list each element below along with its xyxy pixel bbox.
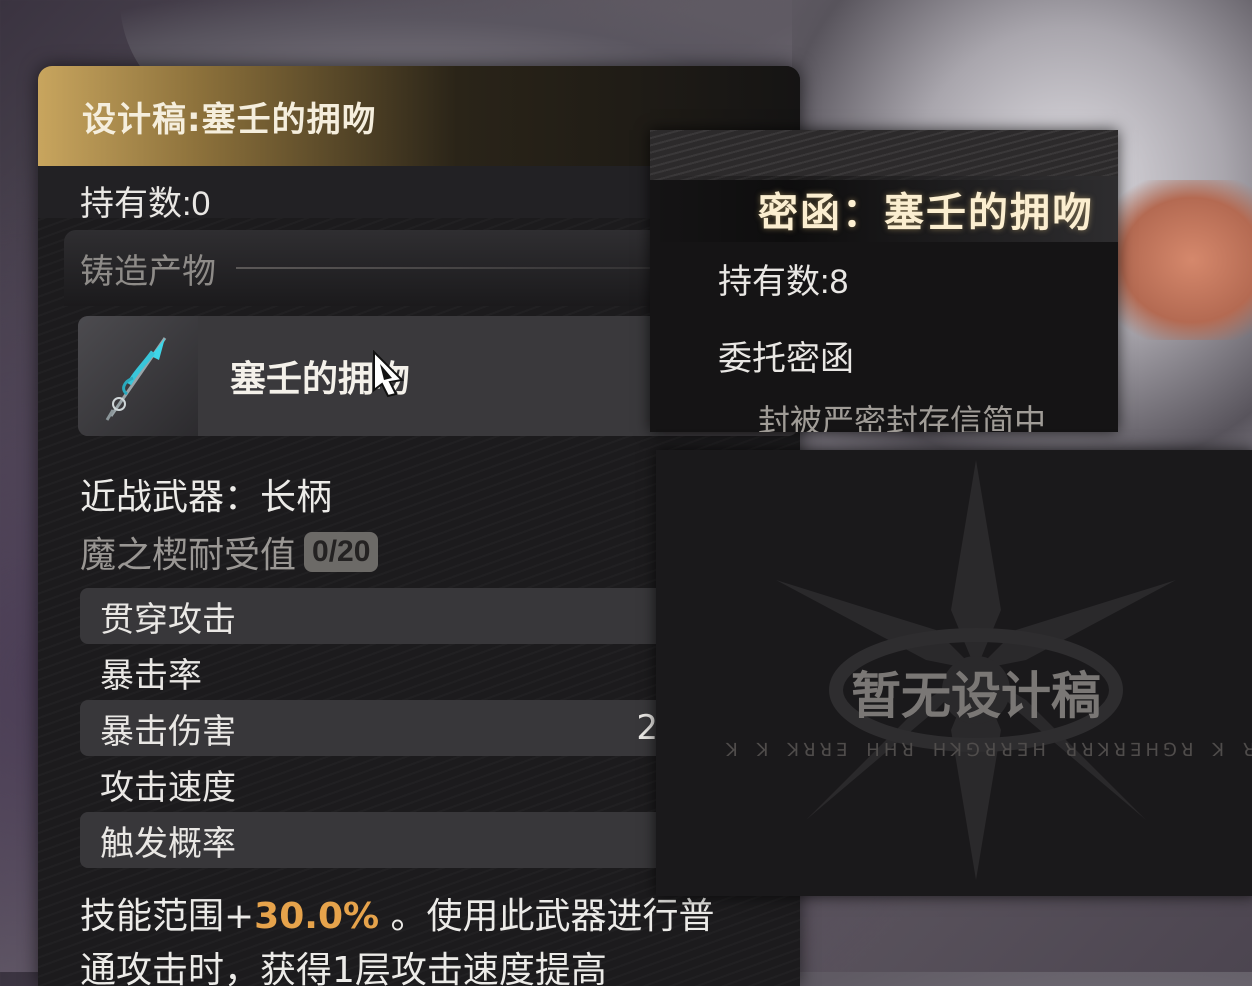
stat-name: 暴击率 [100, 655, 202, 696]
spear-weapon-icon [78, 316, 198, 436]
mouse-cursor-icon [373, 350, 405, 398]
sealed-letter-tooltip: 密函：塞壬的拥吻 持有数:8 委托密函 封被严密封存信简中 [650, 130, 1118, 432]
blueprint-title: 设计稿:塞壬的拥吻 [82, 99, 377, 140]
stat-name: 攻击速度 [100, 767, 236, 808]
letter-title: 密函：塞壬的拥吻 [758, 190, 1094, 236]
demon-wedge-label: 魔之楔耐受值 [80, 535, 297, 576]
stat-name: 暴击伤害 [100, 711, 236, 752]
blueprint-empty-panel: 暂无设计稿 ꓘ ꓘ ꓘꓤꓤꓱ ꓧꓧꓤ ꓧꓘꓨꓤꓤꓱꓧ ꓤꓤꓘꓤꓱꓧꓨꓤ ꓘ ꓤ … [656, 450, 1252, 896]
desc-suffix: 。使用此武器进行普 [379, 896, 715, 937]
letter-holding-count: 持有数:8 [718, 263, 849, 301]
background-character-ear [1102, 180, 1252, 340]
demon-wedge-badge: 0/20 [304, 532, 379, 572]
letter-description: 封被严密封存信简中 [758, 402, 1047, 432]
letter-header-texture [650, 130, 1118, 180]
desc-highlight-value: 30.0% [254, 896, 380, 937]
decorative-rune-text: ꓘ ꓘ ꓘꓤꓤꓱ ꓧꓧꓤ ꓧꓘꓨꓤꓤꓱꓧ ꓤꓤꓘꓤꓱꓧꓨꓤ ꓘ ꓤ ꓧ [726, 740, 1252, 761]
no-blueprint-text: 暂无设计稿 [851, 667, 1101, 725]
stat-name: 触发概率 [100, 823, 236, 864]
stat-value: 2 [636, 708, 658, 748]
desc-prefix: 技能范围+ [80, 896, 255, 937]
desc-line-2: 通攻击时，获得1层攻击速度提高 [80, 950, 607, 986]
section-label: 铸造产物 [80, 251, 216, 292]
letter-title-bar: 密函：塞壬的拥吻 [650, 176, 1118, 242]
letter-category: 委托密函 [718, 339, 854, 379]
stat-name: 贯穿攻击 [100, 599, 236, 640]
